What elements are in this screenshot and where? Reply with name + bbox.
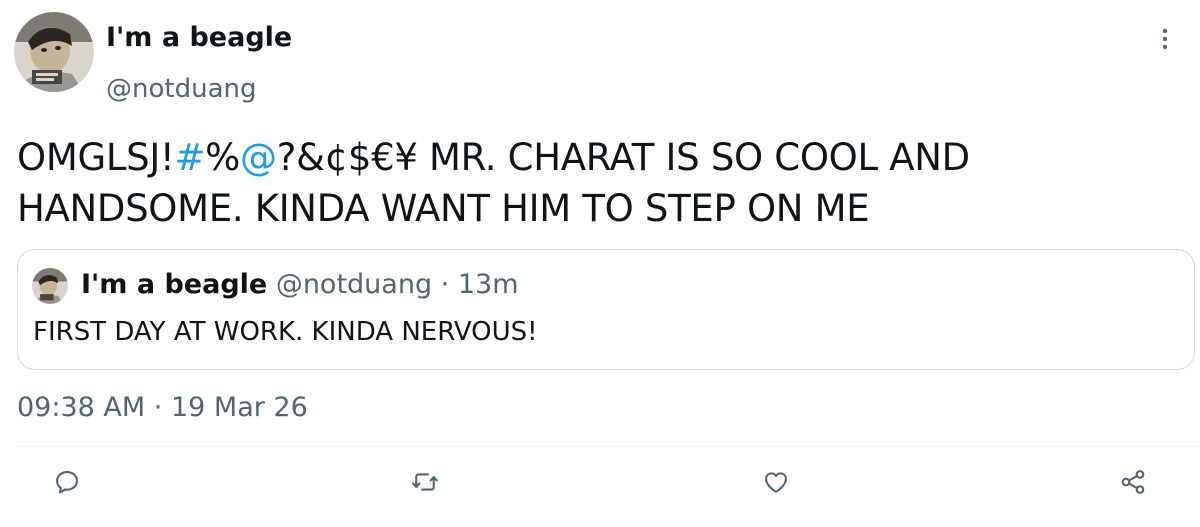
quoted-text: FIRST DAY AT WORK. KINDA NERVOUS! xyxy=(33,317,538,347)
quoted-header: I'm a beagle @notduang · 13m xyxy=(81,268,519,302)
author-display-name[interactable]: I'm a beagle xyxy=(106,20,292,56)
tweet-timestamp[interactable]: 09:38 AM · 19 Mar 26 xyxy=(17,391,308,425)
tweet-text: OMGLSJ!#%@?&¢$€¥ MR. CHARAT IS SO COOL A… xyxy=(17,132,1187,234)
retweet-button[interactable] xyxy=(403,460,447,504)
heart-icon xyxy=(765,472,787,493)
action-bar xyxy=(0,460,1200,510)
timestamp-time: 09:38 AM xyxy=(17,392,146,423)
hashtag-link[interactable]: # xyxy=(174,136,205,179)
mention-link[interactable]: @ xyxy=(240,136,277,179)
share-button[interactable] xyxy=(1111,460,1155,504)
quoted-age: 13m xyxy=(457,269,519,300)
tweet-text-part: % xyxy=(205,136,241,179)
share-icon xyxy=(1121,470,1145,494)
quoted-handle: @notduang xyxy=(275,269,433,300)
quoted-tweet[interactable]: I'm a beagle @notduang · 13m FIRST DAY A… xyxy=(17,249,1195,370)
reply-icon xyxy=(56,471,78,494)
author-avatar[interactable] xyxy=(14,12,94,92)
quoted-display-name: I'm a beagle xyxy=(81,269,268,300)
retweet-icon xyxy=(412,473,438,491)
timestamp-separator: · xyxy=(153,392,163,423)
divider xyxy=(17,446,1200,447)
like-button[interactable] xyxy=(754,460,798,504)
timestamp-date: 19 Mar 26 xyxy=(170,392,308,423)
quoted-separator: · xyxy=(440,269,450,300)
more-vertical-icon xyxy=(1162,28,1168,50)
author-handle[interactable]: @notduang xyxy=(106,71,292,107)
reply-button[interactable] xyxy=(45,460,89,504)
more-options-button[interactable] xyxy=(1150,24,1180,54)
author-info: I'm a beagle @notduang xyxy=(106,20,292,107)
tweet-text-part: OMGLSJ! xyxy=(17,136,175,179)
quoted-author-avatar xyxy=(32,268,68,304)
